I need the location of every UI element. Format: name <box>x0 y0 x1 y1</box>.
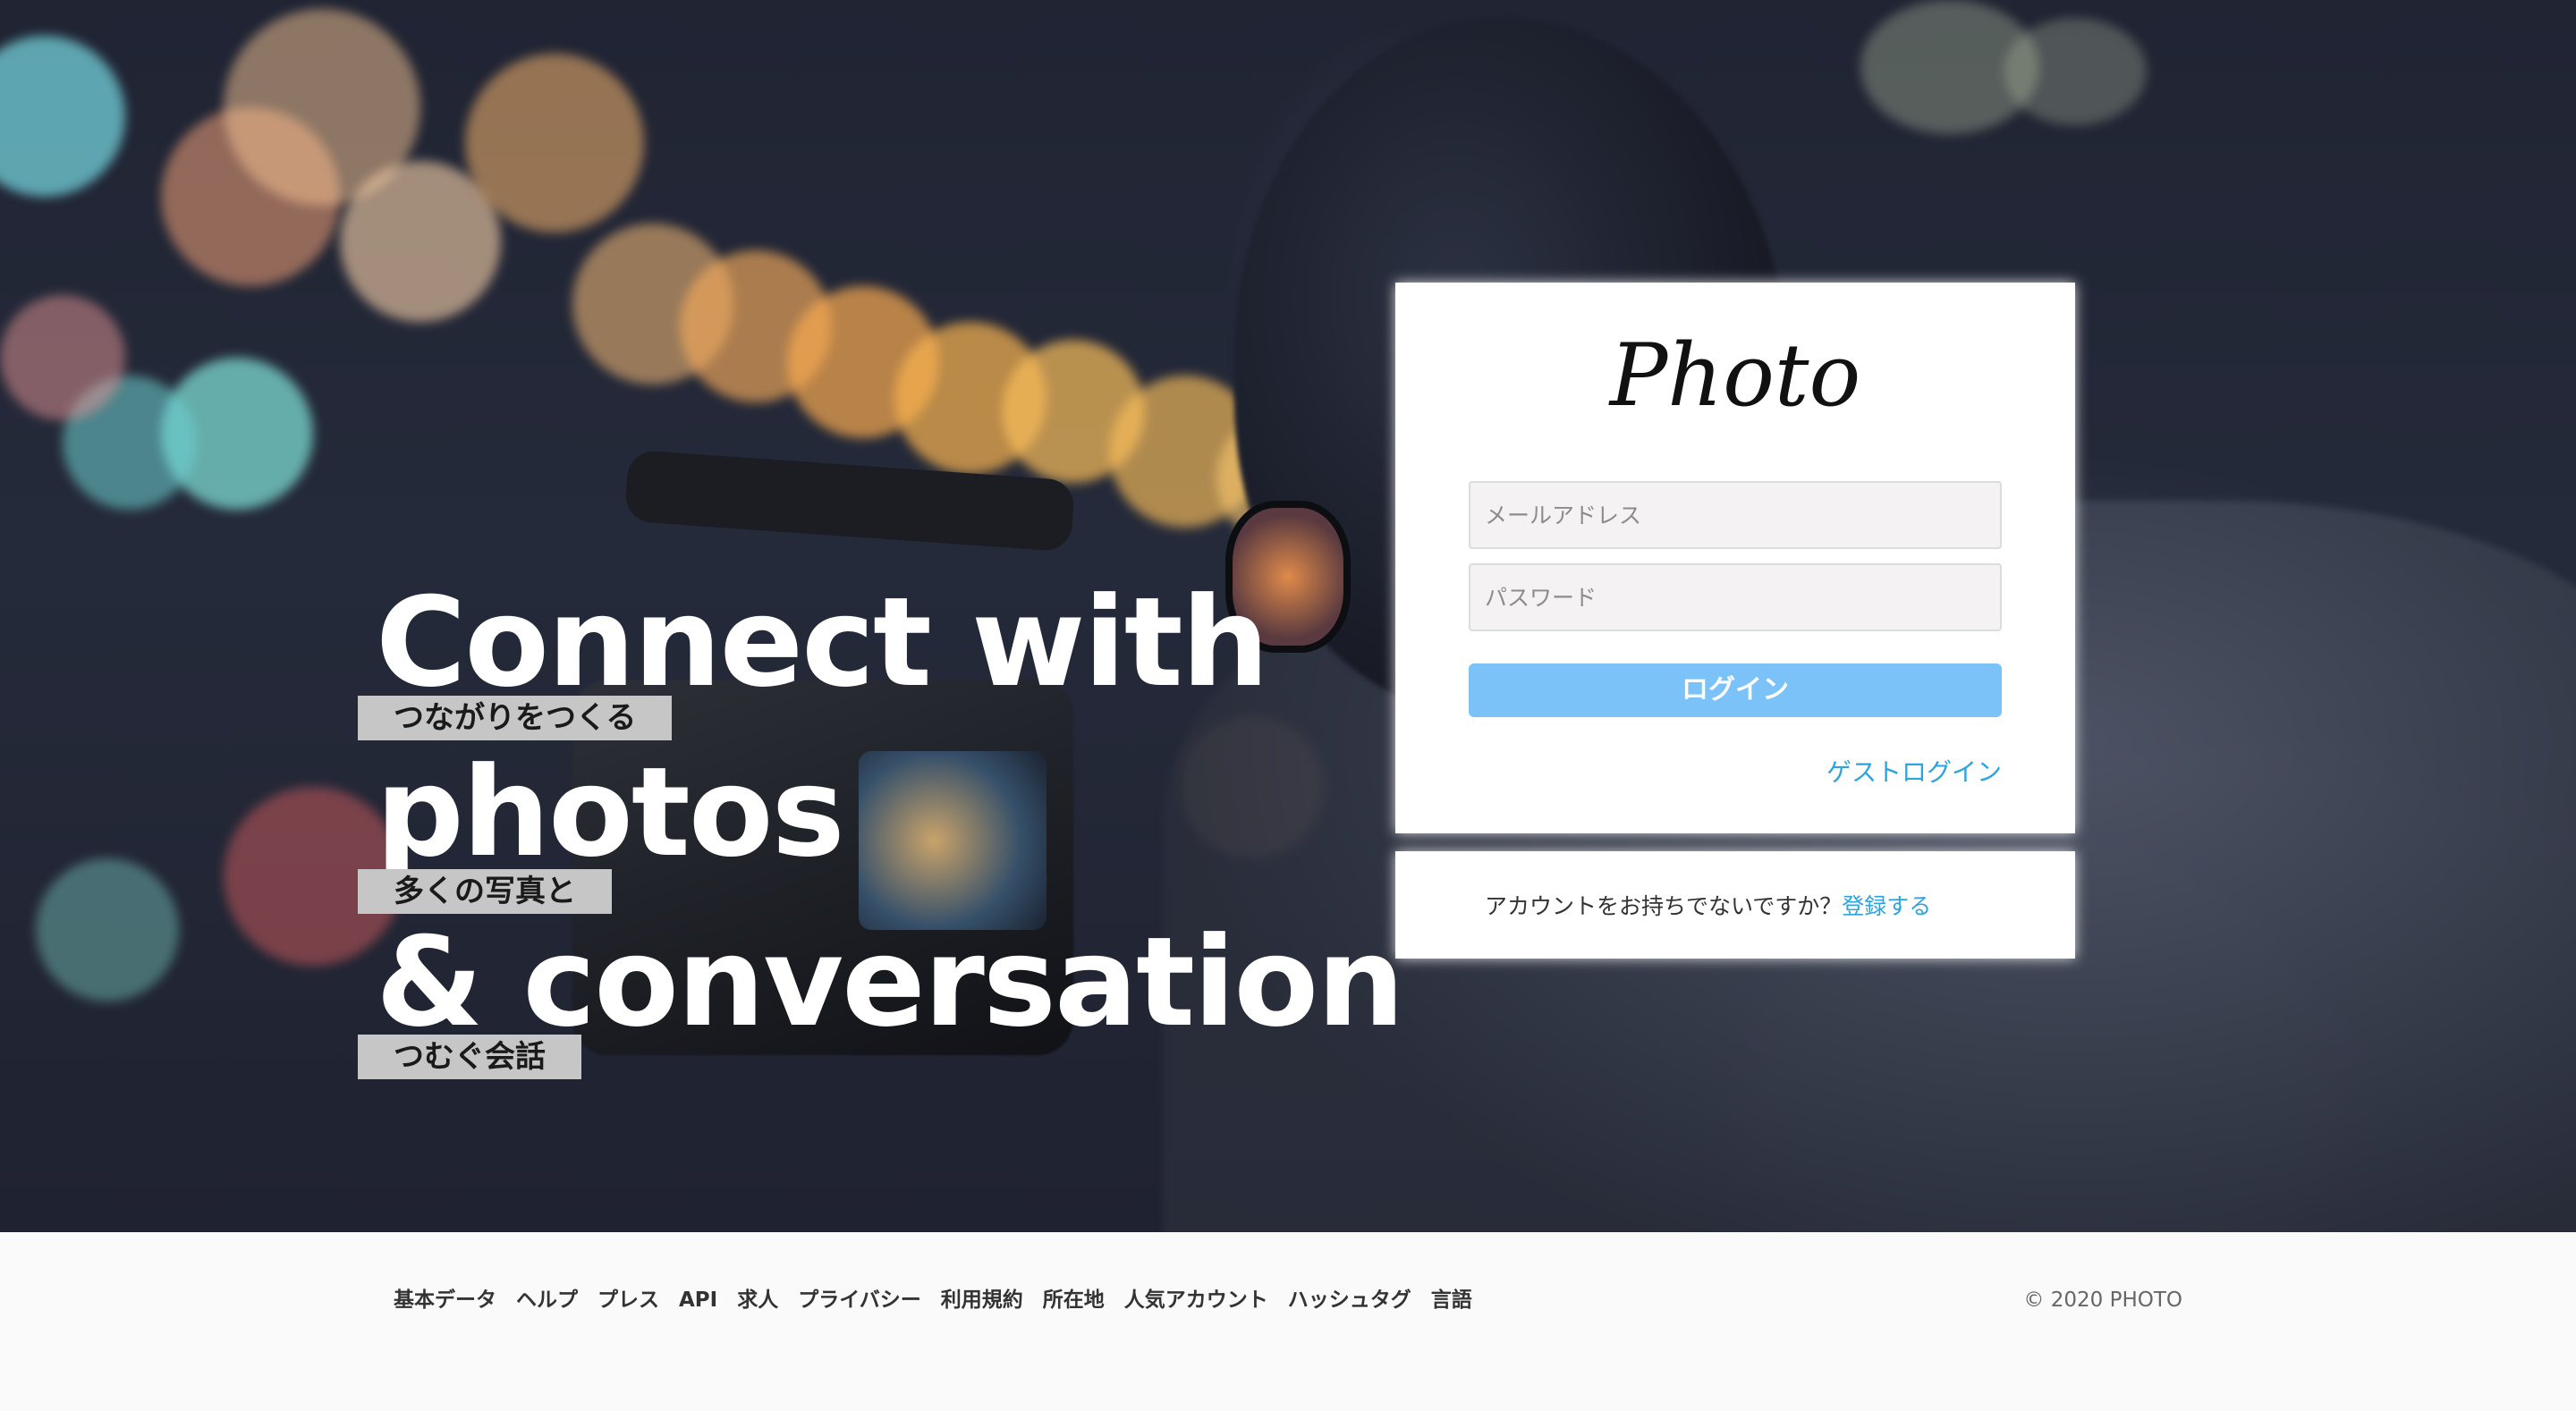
footer-link-locations[interactable]: 所在地 <box>1043 1284 1105 1316</box>
copyright: © 2020 PHOTO <box>2023 1288 2182 1312</box>
login-card: Photo ログイン ゲストログイン <box>1395 283 2075 833</box>
footer-link-api[interactable]: API <box>679 1284 717 1316</box>
footer-link-privacy[interactable]: プライバシー <box>798 1284 921 1316</box>
footer <box>0 1232 2576 1411</box>
login-button[interactable]: ログイン <box>1469 663 2002 717</box>
hero-headline: Connect with photos & conversation <box>376 581 1404 1091</box>
logo: Photo <box>1609 325 1861 426</box>
password-input[interactable] <box>1469 563 2002 631</box>
hero-subtitle-2: 多くの写真と <box>358 869 612 914</box>
hero-subtitle-3: つむぐ会話 <box>358 1035 581 1079</box>
email-input[interactable] <box>1469 481 2002 549</box>
footer-link-popular-accounts[interactable]: 人気アカウント <box>1124 1284 1268 1316</box>
footer-link-help[interactable]: ヘルプ <box>516 1284 578 1316</box>
camera-handle <box>623 449 1076 553</box>
footer-links: 基本データ ヘルプ プレス API 求人 プライバシー 利用規約 所在地 人気ア… <box>394 1284 1472 1316</box>
footer-link-hashtags[interactable]: ハッシュタグ <box>1288 1284 1411 1316</box>
footer-link-basic-data[interactable]: 基本データ <box>394 1284 496 1316</box>
footer-link-press[interactable]: プレス <box>597 1284 659 1316</box>
bokeh-light <box>0 36 125 197</box>
bokeh-light <box>36 858 179 1001</box>
guest-login-link[interactable]: ゲストログイン <box>1826 756 2002 789</box>
bokeh-light <box>0 295 125 420</box>
signup-card: アカウントをお持ちでないですか？ 登録する <box>1395 851 2075 959</box>
footer-link-language[interactable]: 言語 <box>1431 1284 1472 1316</box>
signup-link[interactable]: 登録する <box>1842 889 1931 921</box>
footer-link-jobs[interactable]: 求人 <box>737 1284 778 1316</box>
footer-link-terms[interactable]: 利用規約 <box>941 1284 1023 1316</box>
signup-prompt: アカウントをお持ちでないですか？ <box>1485 893 1843 919</box>
bokeh-light <box>465 54 644 232</box>
hero-subtitle-1: つながりをつくる <box>358 696 673 740</box>
bokeh-light <box>2004 18 2147 125</box>
